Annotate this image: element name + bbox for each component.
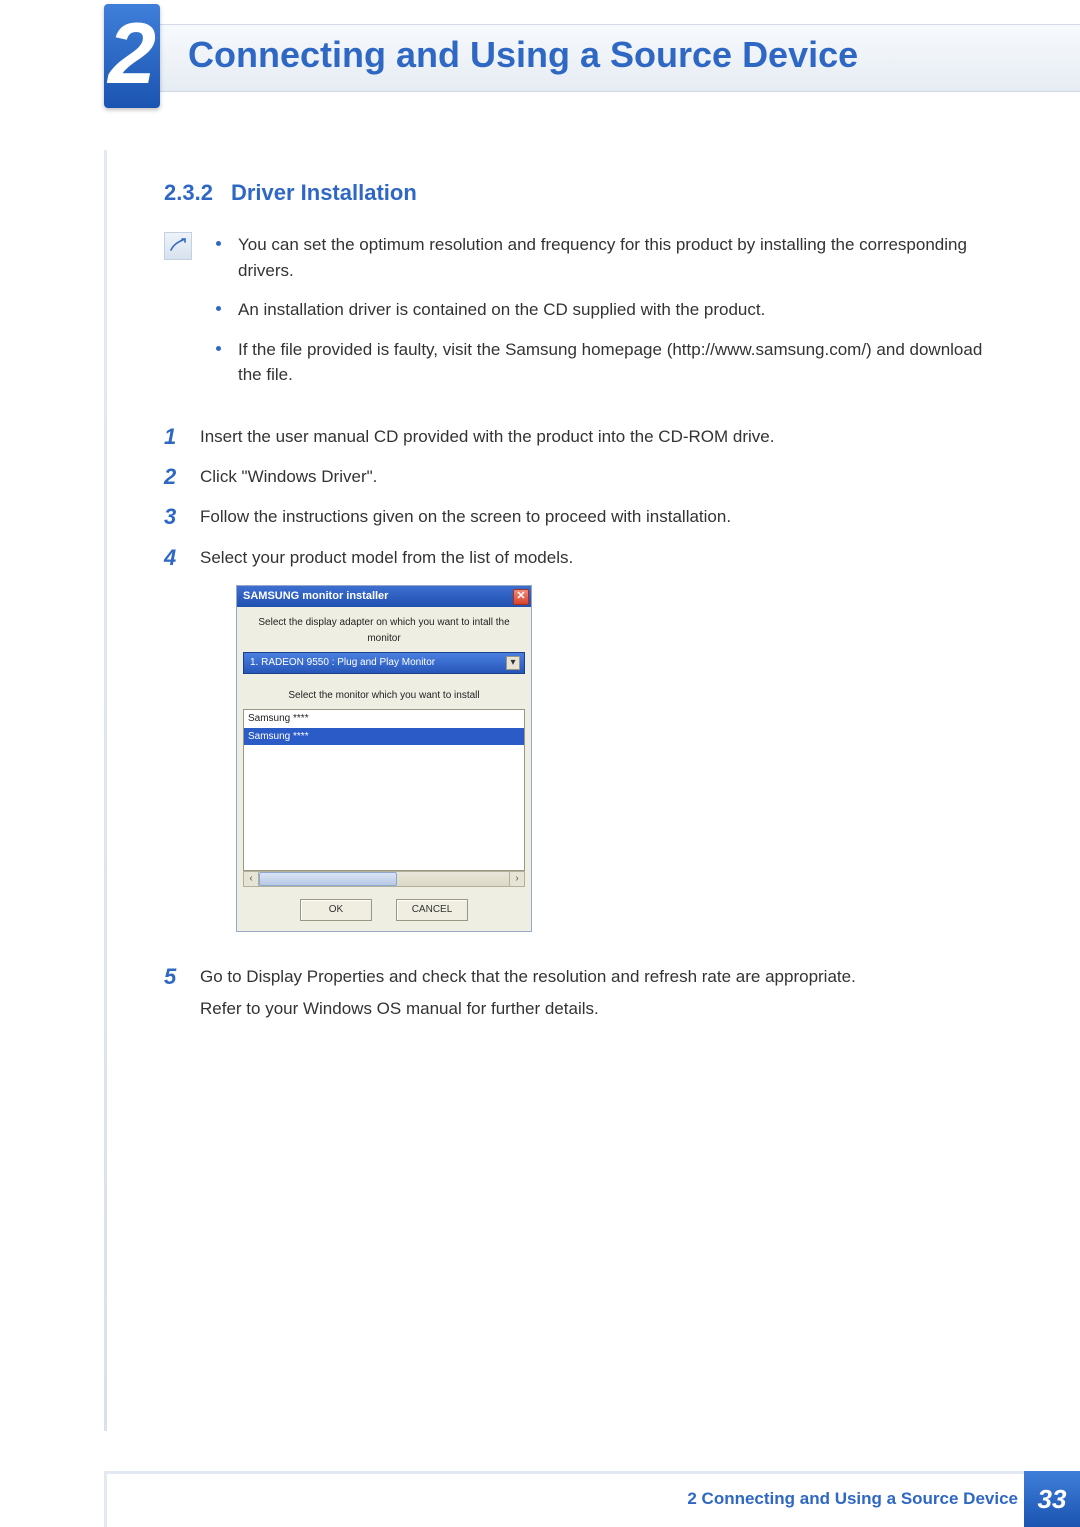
page-number: 33 [1024,1471,1080,1527]
chapter-title: Connecting and Using a Source Device [188,34,858,76]
note-bullet-list: You can set the optimum resolution and f… [212,232,1008,402]
steps-list: 1 Insert the user manual CD provided wit… [164,424,1008,1023]
step-number: 1 [164,424,182,450]
step-text: Select your product model from the list … [200,545,1008,950]
step-number: 3 [164,504,182,530]
list-item[interactable]: Samsung **** [244,710,524,728]
scroll-thumb[interactable] [259,872,397,886]
step-text-main: Go to Display Properties and check that … [200,967,856,986]
step-number: 2 [164,464,182,490]
ok-button[interactable]: OK [300,899,372,921]
step: 5 Go to Display Properties and check tha… [164,964,1008,1023]
footer-left-line [104,1474,107,1527]
adapter-dropdown[interactable]: 1. RADEON 9550 : Plug and Play Monitor ▾ [243,652,525,674]
installer-dialog: SAMSUNG monitor installer ✕ Select the d… [236,585,532,932]
footer: 2 Connecting and Using a Source Device 3… [0,1471,1080,1527]
note-bullet: If the file provided is faulty, visit th… [212,337,1008,388]
step-text-sub: Refer to your Windows OS manual for furt… [200,996,1008,1022]
step: 3 Follow the instructions given on the s… [164,504,1008,530]
step: 2 Click "Windows Driver". [164,464,1008,490]
chevron-down-icon[interactable]: ▾ [506,656,520,670]
scroll-track[interactable] [259,871,509,887]
footer-label: 2 Connecting and Using a Source Device [687,1471,1018,1527]
step-number: 5 [164,964,182,990]
dialog-title: SAMSUNG monitor installer [243,588,388,605]
dialog-title-bar: SAMSUNG monitor installer ✕ [237,586,531,607]
cancel-button[interactable]: CANCEL [396,899,468,921]
step-text-inner: Select your product model from the list … [200,548,573,567]
note-bullet: An installation driver is contained on t… [212,297,1008,323]
horizontal-scrollbar[interactable]: ‹ › [243,871,525,887]
step: 4 Select your product model from the lis… [164,545,1008,950]
left-margin-line [104,150,107,1431]
list-item-selected[interactable]: Samsung **** [244,728,524,746]
step: 1 Insert the user manual CD provided wit… [164,424,1008,450]
step-text: Insert the user manual CD provided with … [200,424,1008,450]
installer-dialog-figure: SAMSUNG monitor installer ✕ Select the d… [236,585,1008,932]
section-heading: 2.3.2 Driver Installation [164,180,1008,206]
section-number: 2.3.2 [164,180,213,205]
page: 2 Connecting and Using a Source Device 2… [0,0,1080,1527]
chapter-number-box: 2 [104,4,160,108]
scroll-left-icon[interactable]: ‹ [243,871,259,887]
step-text: Click "Windows Driver". [200,464,1008,490]
step-text: Follow the instructions given on the scr… [200,504,1008,530]
step-number: 4 [164,545,182,571]
close-icon[interactable]: ✕ [513,589,529,605]
dialog-label: Select the display adapter on which you … [237,607,531,652]
step-text: Go to Display Properties and check that … [200,964,1008,1023]
dropdown-value: 1. RADEON 9550 : Plug and Play Monitor [250,655,435,671]
monitor-list[interactable]: Samsung **** Samsung **** [243,709,525,871]
note-bullet: You can set the optimum resolution and f… [212,232,1008,283]
note-block: You can set the optimum resolution and f… [164,232,1008,402]
scroll-right-icon[interactable]: › [509,871,525,887]
note-icon [164,232,192,260]
content-area: 2.3.2 Driver Installation You can set the… [164,180,1008,1036]
dialog-label: Select the monitor which you want to ins… [237,680,531,710]
section-title: Driver Installation [231,180,417,205]
dialog-buttons: OK CANCEL [237,895,531,931]
chapter-number: 2 [108,11,156,97]
